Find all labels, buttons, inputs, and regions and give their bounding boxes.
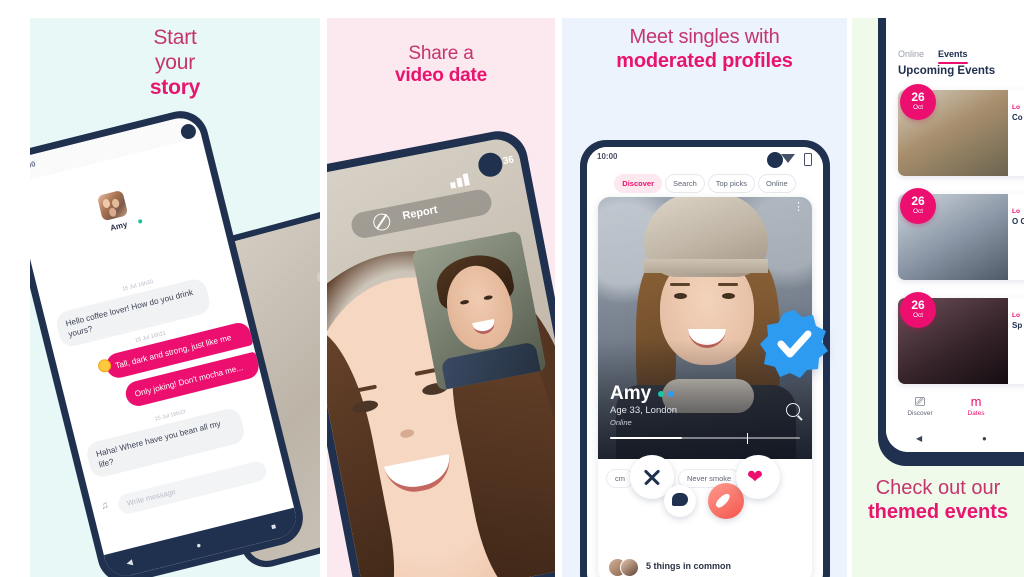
status-bar — [30, 113, 202, 185]
nav-item-label: Dates — [967, 410, 985, 417]
chat-bubble-button[interactable] — [664, 485, 696, 517]
nav-item-label: M — [1004, 409, 1024, 418]
panel4-caption: Check out our themed events — [852, 476, 1024, 524]
battery-icon — [804, 153, 812, 166]
match-logo-icon: m — [970, 394, 982, 409]
rocket-icon — [714, 491, 732, 510]
nav-item-label: Discover — [907, 410, 933, 417]
things-in-common-label: 5 things in common — [646, 561, 732, 571]
profile-online-status: Online — [610, 418, 632, 427]
event-date-day: 26 — [911, 194, 925, 208]
section-title: Upcoming Events — [898, 65, 996, 77]
nav-item-dates[interactable]: m Dates — [948, 394, 1004, 417]
filter-tab-bar: Discover Search Top picks Online — [587, 173, 823, 193]
event-date-badge: 26 Oct — [900, 188, 936, 224]
panel-share-video-date: Share a video date Report — [327, 18, 555, 577]
music-note-icon[interactable]: ♫ — [100, 500, 110, 512]
avatar — [620, 558, 639, 577]
panel1-headline-line3: story — [149, 75, 201, 99]
heart-icon: ❤ — [747, 467, 763, 488]
app-store-screenshot-gallery: Start your story 10:00 ‹ Amy 15 Jul 16h2… — [0, 0, 1024, 577]
panel3-headline-line2: moderated profiles — [616, 49, 793, 72]
panel4-caption-line1: Check out our — [875, 477, 1001, 499]
panel3-headline-line1: Meet singles with — [629, 26, 780, 48]
nav-home-icon[interactable]: ● — [195, 540, 202, 550]
status-time: 10:00 — [597, 152, 618, 161]
event-date-month: Oct — [912, 208, 924, 215]
panel-themed-events: Online Events Upcoming Events Lo Co 26 Oc… — [852, 18, 1024, 577]
profile-eyebrow-right — [718, 283, 738, 286]
panel3-headline: Meet singles with moderated profiles — [562, 26, 847, 73]
panel2-headline-line1: Share a — [408, 43, 474, 64]
profile-hat-band — [644, 259, 768, 273]
profile-card[interactable]: ⋮ Amy Age 33, London Online cm Never smo… — [598, 197, 812, 577]
event-meta: Lo Co — [1012, 104, 1023, 123]
event-meta: Lo Sp — [1012, 312, 1022, 331]
wifi-icon — [781, 154, 795, 163]
more-vertical-icon[interactable]: ⋮ — [793, 202, 804, 213]
event-location: Lo — [1012, 208, 1020, 215]
video-call-phone: 12:36 Report — [327, 126, 555, 577]
panel-moderated-profiles: Meet singles with moderated profiles 10:… — [562, 18, 847, 577]
tab-events[interactable]: Events — [938, 49, 968, 64]
event-location: Lo — [1012, 312, 1020, 319]
tab-search[interactable]: Search — [664, 174, 705, 193]
verified-dot-green-icon — [658, 391, 664, 397]
event-name: O Ga — [1012, 217, 1024, 226]
events-phone: Online Events Upcoming Events Lo Co 26 Oc… — [878, 18, 1024, 466]
panel2-headline-line2: video date — [395, 65, 487, 87]
event-date-day: 26 — [911, 298, 925, 312]
nav-item-messages[interactable]: M — [1004, 394, 1024, 418]
panel1-headline-line2: your — [154, 50, 196, 74]
online-dot-icon — [137, 218, 143, 224]
video-call-screen: 12:36 Report — [327, 135, 555, 577]
nav-recents-icon[interactable]: ■ — [270, 522, 277, 532]
tab-top-picks[interactable]: Top picks — [707, 174, 756, 193]
panel1-headline-line1: Start — [153, 26, 197, 49]
chat-screen: 10:00 ‹ Amy 15 Jul 16h20 Hello coffee lo… — [30, 113, 301, 577]
tab-discover[interactable]: Discover — [614, 174, 662, 193]
panel2-headline: Share a video date — [327, 43, 555, 88]
chat-bubble-icon — [672, 493, 688, 506]
panel4-caption-line2: themed events — [867, 501, 1009, 523]
cards-icon: ⎚ — [914, 394, 926, 409]
nav-item-discover[interactable]: ⎚ Discover — [892, 394, 948, 417]
profile-name: Amy — [610, 383, 652, 404]
event-date-month: Oct — [912, 312, 924, 319]
bottom-nav-bar: ⎚ Discover m Dates M — [886, 392, 1024, 426]
verified-dot-blue-icon — [668, 391, 674, 397]
event-name: Sp — [1012, 321, 1023, 330]
avatar[interactable] — [96, 189, 129, 222]
like-button[interactable]: ❤ — [736, 455, 780, 499]
tab-online[interactable]: Online — [898, 49, 924, 59]
events-tab-bar: Online Events — [898, 44, 982, 64]
nav-home-icon[interactable]: ● — [982, 434, 987, 443]
event-date-month: Oct — [912, 104, 924, 111]
nav-back-icon[interactable]: ◀ — [125, 557, 133, 567]
magnifier-icon[interactable] — [786, 403, 800, 417]
panel1-headline: Start your story — [30, 26, 320, 100]
event-location: Lo — [1012, 104, 1020, 111]
android-nav-bar: ◀ ● — [886, 426, 1024, 452]
event-date-badge: 26 Oct — [900, 84, 936, 120]
nav-back-icon[interactable]: ◀ — [916, 434, 922, 443]
event-meta: Lo O Ga — [1012, 208, 1024, 227]
events-screen: Online Events Upcoming Events Lo Co 26 Oc… — [886, 18, 1024, 452]
message-input[interactable] — [116, 459, 269, 516]
no-entry-icon — [371, 212, 392, 233]
event-date-badge: 26 Oct — [900, 292, 936, 328]
panel-start-your-story: Start your story 10:00 ‹ Amy 15 Jul 16h2… — [30, 18, 320, 577]
tab-online[interactable]: Online — [758, 174, 796, 193]
event-date-day: 26 — [911, 90, 925, 104]
things-in-common-row[interactable]: 5 things in common — [598, 552, 812, 577]
verified-check-badge — [760, 310, 828, 378]
report-label: Report — [401, 203, 439, 223]
front-camera-icon — [767, 152, 783, 168]
profile-eye-left — [674, 293, 687, 299]
profile-eyebrow-left — [670, 283, 690, 286]
panel1-phone-group: 10:00 ‹ Amy 15 Jul 16h20 Hello coffee lo… — [30, 102, 320, 577]
event-name: Co — [1012, 113, 1023, 122]
profile-eye-right — [722, 293, 735, 299]
profile-age-location: Age 33, London — [610, 405, 678, 416]
